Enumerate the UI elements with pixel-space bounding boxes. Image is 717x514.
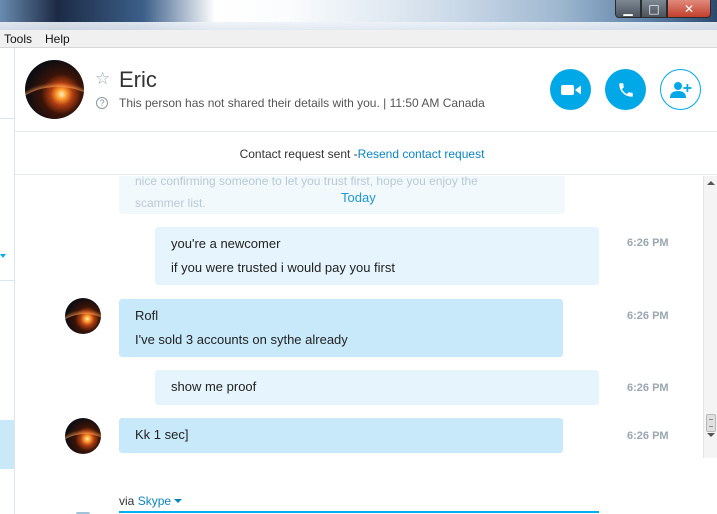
phone-icon [618,82,633,97]
sidebar [0,48,15,514]
favorite-star-icon[interactable]: ☆ [95,69,110,89]
minimize-button[interactable]: ▁ [615,0,641,18]
contact-details: This person has not shared their details… [119,96,485,110]
question-icon: ? [96,97,108,109]
conversation-header: ☆ Eric ? This person has not shared thei… [15,48,717,132]
scroll-up-arrow-icon[interactable] [707,181,715,185]
sidebar-expand-icon[interactable] [0,254,6,258]
sender-avatar[interactable] [65,418,101,454]
sidebar-divider [0,118,14,119]
add-people-button[interactable] [660,69,701,110]
via-label: via [119,494,138,508]
sidebar-divider [0,280,14,281]
add-person-icon [669,81,691,98]
scroll-down-arrow-icon[interactable] [707,433,715,437]
message-timestamp: 6:26 PM [627,237,669,249]
send-via-selector[interactable]: via Skype [119,494,183,508]
scrollbar-thumb[interactable] [706,414,716,432]
message-bubble-outgoing[interactable]: show me proof [155,370,599,405]
message-text: show me proof [171,379,257,394]
menu-bar: Tools Help [0,30,717,48]
close-button[interactable]: ✕ [667,0,711,18]
message-bubble-incoming[interactable]: Rofl I've sold 3 accounts on sythe alrea… [119,299,563,357]
message-bubble-incoming[interactable]: Kk 1 sec] [119,418,563,453]
message-input[interactable] [119,511,599,513]
message-text: if you were trusted i would pay you firs… [171,260,395,275]
message-timestamp: 6:26 PM [627,382,669,394]
menu-tools[interactable]: Tools [4,32,32,46]
contact-name[interactable]: Eric [119,67,157,93]
message-timestamp: 6:26 PM [627,430,669,442]
sender-avatar[interactable] [65,298,101,334]
message-text: I've sold 3 accounts on sythe already [135,332,348,347]
chat-scrollbar[interactable] [703,176,717,458]
video-call-button[interactable] [550,69,591,110]
contact-request-status: Contact request sent - [239,146,358,161]
message-timestamp: 6:26 PM [627,310,669,322]
video-camera-icon [560,84,581,95]
contact-request-bar: Contact request sent - Resend contact re… [15,133,717,175]
message-text: you're a newcomer [171,236,281,251]
chat-history[interactable]: nice confirming someone to let you trust… [15,176,702,514]
sidebar-item-selected[interactable] [0,420,14,469]
menu-help[interactable]: Help [45,32,70,46]
message-text: Rofl [135,308,159,323]
contact-avatar[interactable] [25,60,84,119]
message-text: Kk 1 sec] [135,427,189,442]
date-divider: Today [341,190,376,205]
audio-call-button[interactable] [605,69,646,110]
chevron-down-icon[interactable] [174,499,183,503]
maximize-button[interactable]: □ [641,0,667,18]
message-bubble-outgoing[interactable]: you're a newcomer if you were trusted i … [155,227,599,285]
window-controls: ▁ □ ✕ [615,0,711,20]
window-title-bar: ▁ □ ✕ [0,0,717,30]
resend-contact-request-link[interactable]: Resend contact request [358,147,485,161]
via-service[interactable]: Skype [138,494,171,508]
